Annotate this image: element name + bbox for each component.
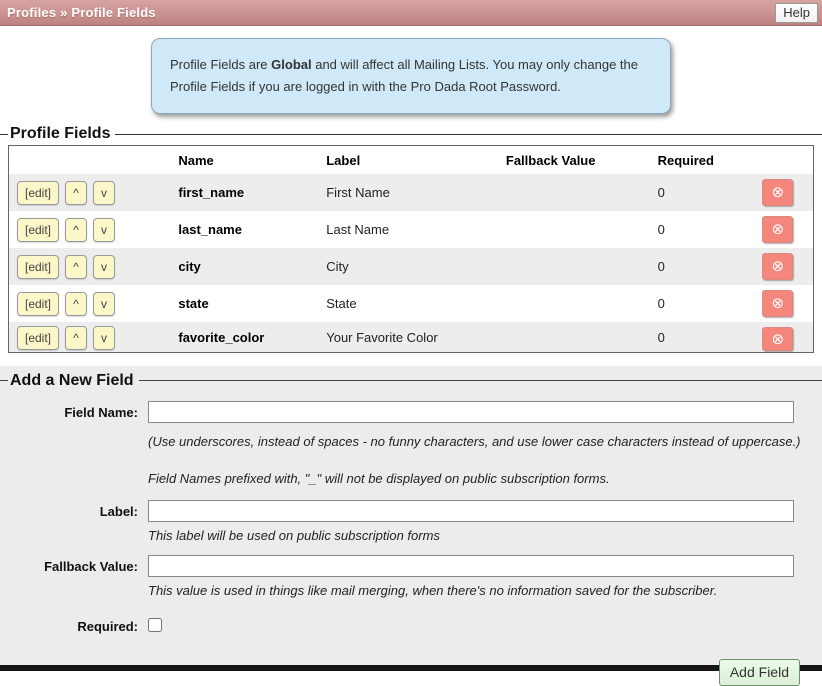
field-name-input[interactable] xyxy=(148,401,794,423)
add-field-button[interactable]: Add Field xyxy=(719,659,800,686)
field-name-cell: favorite_color xyxy=(170,322,318,352)
required-cell: 0 xyxy=(650,248,743,285)
move-down-button[interactable]: v xyxy=(93,218,115,242)
move-up-button[interactable]: ^ xyxy=(65,181,87,205)
field-name-hint-2: Field Names prefixed with, "_" will not … xyxy=(148,471,814,486)
fallback-value-cell xyxy=(498,174,650,211)
required-cell: 0 xyxy=(650,285,743,322)
edit-button[interactable]: [edit] xyxy=(17,255,59,279)
table-row: [edit]^v last_name Last Name 0 ⊗ xyxy=(9,211,814,248)
required-label: Required: xyxy=(8,615,138,634)
delete-button[interactable]: ⊗ xyxy=(762,253,793,280)
delete-circle-x-icon: ⊗ xyxy=(771,221,784,238)
add-field-legend: Add a New Field xyxy=(8,372,139,390)
edit-button[interactable]: [edit] xyxy=(17,326,59,350)
notice-text-bold: Global xyxy=(271,57,311,72)
required-row: Required: xyxy=(8,615,814,637)
label-hint: This label will be used on public subscr… xyxy=(148,528,814,543)
profile-fields-table: Name Label Fallback Value Required [edit… xyxy=(8,145,814,353)
column-header-name: Name xyxy=(170,146,318,175)
delete-button[interactable]: ⊗ xyxy=(762,179,793,206)
column-header-fallback-value: Fallback Value xyxy=(498,146,650,175)
label-input[interactable] xyxy=(148,500,794,522)
delete-cell: ⊗ xyxy=(743,285,814,322)
move-down-button[interactable]: v xyxy=(93,181,115,205)
edit-button[interactable]: [edit] xyxy=(17,218,59,242)
move-down-button[interactable]: v xyxy=(93,326,115,350)
move-down-button[interactable]: v xyxy=(93,292,115,316)
move-up-button[interactable]: ^ xyxy=(65,292,87,316)
help-button[interactable]: Help xyxy=(775,3,818,23)
row-controls-cell: [edit]^v xyxy=(9,174,171,211)
column-header-delete xyxy=(743,146,814,175)
field-name-cell: last_name xyxy=(170,211,318,248)
breadcrumb-title: Profiles » Profile Fields xyxy=(0,5,156,20)
delete-cell: ⊗ xyxy=(743,322,814,352)
profile-fields-legend: Profile Fields xyxy=(8,125,115,143)
move-down-button[interactable]: v xyxy=(93,255,115,279)
label-row: Label: xyxy=(8,500,814,522)
delete-circle-x-icon: ⊗ xyxy=(771,258,784,275)
field-name-row: Field Name: xyxy=(8,401,814,423)
fallback-value-input[interactable] xyxy=(148,555,794,577)
required-cell: 0 xyxy=(650,174,743,211)
fallback-value-hint: This value is used in things like mail m… xyxy=(148,583,814,598)
global-notice-box: Profile Fields are Global and will affec… xyxy=(151,38,671,114)
move-up-button[interactable]: ^ xyxy=(65,326,87,350)
delete-button[interactable]: ⊗ xyxy=(762,290,793,317)
row-controls-cell: [edit]^v xyxy=(9,248,171,285)
column-header-controls xyxy=(9,146,171,175)
fallback-value-cell xyxy=(498,322,650,352)
field-label-cell: State xyxy=(318,285,498,322)
table-row: [edit]^v favorite_color Your Favorite Co… xyxy=(9,322,814,352)
column-header-label: Label xyxy=(318,146,498,175)
field-label-cell: City xyxy=(318,248,498,285)
delete-cell: ⊗ xyxy=(743,174,814,211)
table-row: [edit]^v first_name First Name 0 ⊗ xyxy=(9,174,814,211)
bottom-divider-bar xyxy=(0,665,822,671)
label-label: Label: xyxy=(8,500,138,519)
move-up-button[interactable]: ^ xyxy=(65,218,87,242)
move-up-button[interactable]: ^ xyxy=(65,255,87,279)
fallback-value-row: Fallback Value: xyxy=(8,555,814,577)
fallback-value-cell xyxy=(498,211,650,248)
add-field-section: Add a New Field Field Name: (Use undersc… xyxy=(0,372,822,686)
delete-button[interactable]: ⊗ xyxy=(762,327,793,351)
table-header-row: Name Label Fallback Value Required xyxy=(9,146,814,175)
edit-button[interactable]: [edit] xyxy=(17,292,59,316)
field-name-label: Field Name: xyxy=(8,401,138,420)
delete-circle-x-icon: ⊗ xyxy=(771,331,784,348)
required-cell: 0 xyxy=(650,211,743,248)
field-name-cell: state xyxy=(170,285,318,322)
profile-fields-section: Profile Fields Name Label Fallback Value… xyxy=(0,125,822,359)
required-checkbox[interactable] xyxy=(148,618,162,632)
row-controls-cell: [edit]^v xyxy=(9,285,171,322)
table-row: [edit]^v city City 0 ⊗ xyxy=(9,248,814,285)
field-label-cell: First Name xyxy=(318,174,498,211)
titlebar: Profiles » Profile Fields Help xyxy=(0,0,822,26)
fallback-value-cell xyxy=(498,248,650,285)
delete-circle-x-icon: ⊗ xyxy=(771,295,784,312)
column-header-required: Required xyxy=(650,146,743,175)
delete-cell: ⊗ xyxy=(743,248,814,285)
notice-text-prefix: Profile Fields are xyxy=(170,57,271,72)
field-label-cell: Your Favorite Color xyxy=(318,322,498,352)
row-controls-cell: [edit]^v xyxy=(9,322,171,352)
field-name-cell: first_name xyxy=(170,174,318,211)
submit-row: Add Field xyxy=(8,659,800,686)
field-label-cell: Last Name xyxy=(318,211,498,248)
field-name-cell: city xyxy=(170,248,318,285)
row-controls-cell: [edit]^v xyxy=(9,211,171,248)
edit-button[interactable]: [edit] xyxy=(17,181,59,205)
table-row: [edit]^v state State 0 ⊗ xyxy=(9,285,814,322)
fallback-value-cell xyxy=(498,285,650,322)
delete-cell: ⊗ xyxy=(743,211,814,248)
required-cell: 0 xyxy=(650,322,743,352)
field-name-hint-1: (Use underscores, instead of spaces - no… xyxy=(148,434,814,449)
add-field-gray-section: Add a New Field Field Name: (Use undersc… xyxy=(0,366,822,665)
delete-button[interactable]: ⊗ xyxy=(762,216,793,243)
delete-circle-x-icon: ⊗ xyxy=(771,184,784,201)
fallback-value-label: Fallback Value: xyxy=(8,555,138,574)
